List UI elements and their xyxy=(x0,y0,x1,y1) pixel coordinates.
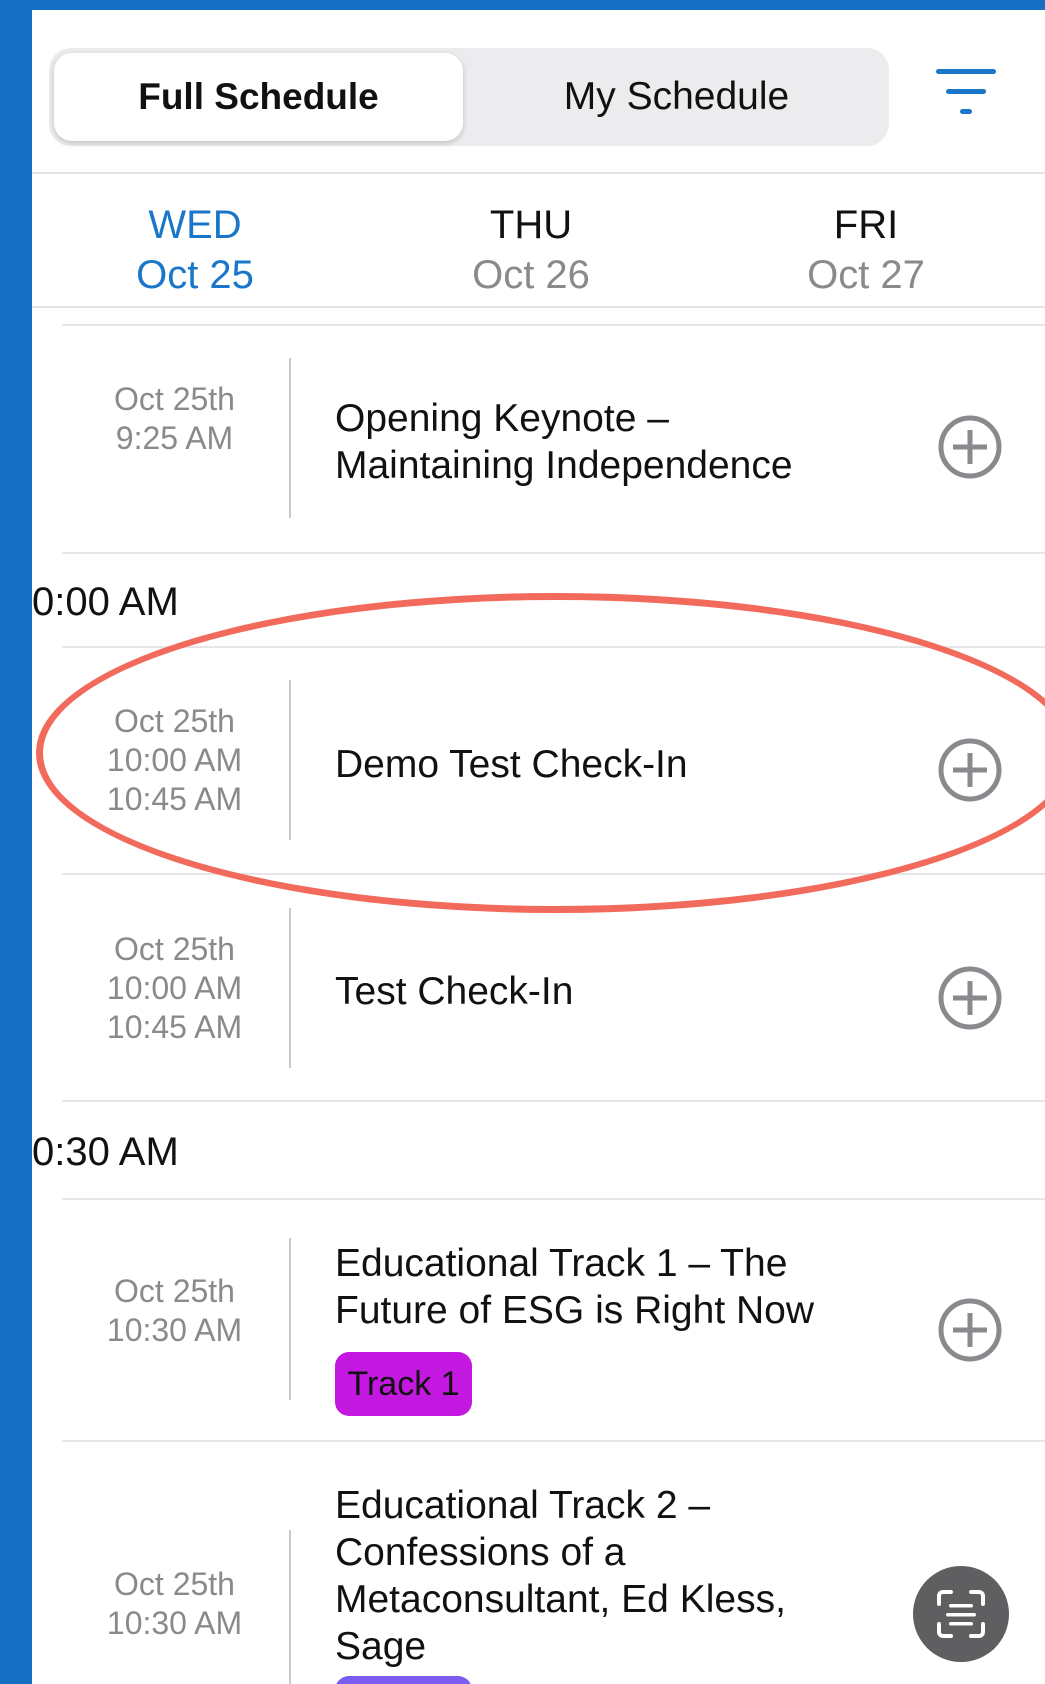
session-title-line: Maintaining Independence xyxy=(335,444,793,487)
day-tab-date: Oct 25 xyxy=(136,253,254,297)
divider xyxy=(62,1100,1045,1102)
full-schedule-tab[interactable]: Full Schedule xyxy=(54,53,463,141)
session-title-line: Educational Track 1 – The xyxy=(335,1242,788,1285)
session-title-line: Metaconsultant, Ed Kless, xyxy=(335,1578,786,1621)
time-separator xyxy=(289,1530,291,1684)
session-title: Educational Track 1 – The Future of ESG … xyxy=(335,1240,895,1334)
session-title-line: Test Check-In xyxy=(335,970,574,1013)
day-tab-dow: THU xyxy=(489,203,573,247)
filter-icon[interactable] xyxy=(932,65,1002,120)
session-end-time: 10:45 AM xyxy=(106,1009,243,1045)
day-tab-date: Oct 26 xyxy=(472,253,590,297)
track-badge xyxy=(335,1676,472,1684)
day-tab-wed[interactable]: WED Oct 25 xyxy=(65,200,325,300)
time-separator xyxy=(289,908,291,1068)
divider xyxy=(62,552,1045,554)
session-date: Oct 25th xyxy=(114,931,235,967)
session-title-line: Educational Track 2 – xyxy=(335,1484,711,1527)
session-title-line: Opening Keynote – xyxy=(335,397,669,440)
session-title-line: Future of ESG is Right Now xyxy=(335,1289,815,1332)
add-circle-icon[interactable] xyxy=(937,965,1003,1031)
session-title: Educational Track 2 – Confessions of a M… xyxy=(335,1482,895,1670)
divider xyxy=(62,1440,1045,1442)
session-date: Oct 25th xyxy=(114,1273,235,1309)
day-tab-thu[interactable]: THU Oct 26 xyxy=(401,200,661,300)
add-circle-icon[interactable] xyxy=(937,414,1003,480)
divider xyxy=(32,172,1045,174)
session-title: Test Check-In xyxy=(335,968,895,1015)
session-date: Oct 25th xyxy=(114,1566,235,1602)
session-title-line: Confessions of a xyxy=(335,1531,626,1574)
divider xyxy=(62,324,1045,326)
session-start-time: 10:00 AM xyxy=(106,970,243,1006)
schedule-segmented-control: Full Schedule My Schedule xyxy=(49,48,889,146)
session-start-time: 10:30 AM xyxy=(106,1605,243,1641)
time-separator xyxy=(289,358,291,518)
divider xyxy=(62,1198,1045,1200)
session-start-time: 9:25 AM xyxy=(115,420,234,456)
add-circle-icon[interactable] xyxy=(937,1297,1003,1363)
time-group-header: 0:30 AM xyxy=(32,1130,179,1174)
session-time: Oct 25th 9:25 AM xyxy=(62,380,287,458)
session-time: Oct 25th 10:00 AM 10:45 AM xyxy=(62,930,287,1047)
session-title: Opening Keynote – Maintaining Independen… xyxy=(335,395,895,489)
day-tab-date: Oct 27 xyxy=(807,253,925,297)
session-title-line: Sage xyxy=(335,1625,427,1668)
time-separator xyxy=(289,1238,291,1400)
divider xyxy=(32,306,1045,308)
day-tab-dow: WED xyxy=(148,203,242,247)
day-tab-fri[interactable]: FRI Oct 27 xyxy=(736,200,996,300)
my-schedule-tab[interactable]: My Schedule xyxy=(469,53,884,141)
schedule-screen: Full Schedule My Schedule WED Oct 25 THU… xyxy=(32,10,1045,1684)
day-tab-dow: FRI xyxy=(833,203,899,247)
highlight-annotation xyxy=(36,593,1045,913)
scan-icon[interactable] xyxy=(913,1566,1009,1662)
session-start-time: 10:30 AM xyxy=(106,1312,243,1348)
time-group-header: 0:00 AM xyxy=(32,580,179,624)
session-time: Oct 25th 10:30 AM xyxy=(62,1272,287,1350)
track-badge: Track 1 xyxy=(335,1352,472,1416)
session-time: Oct 25th 10:30 AM xyxy=(62,1565,287,1643)
session-date: Oct 25th xyxy=(114,381,235,417)
